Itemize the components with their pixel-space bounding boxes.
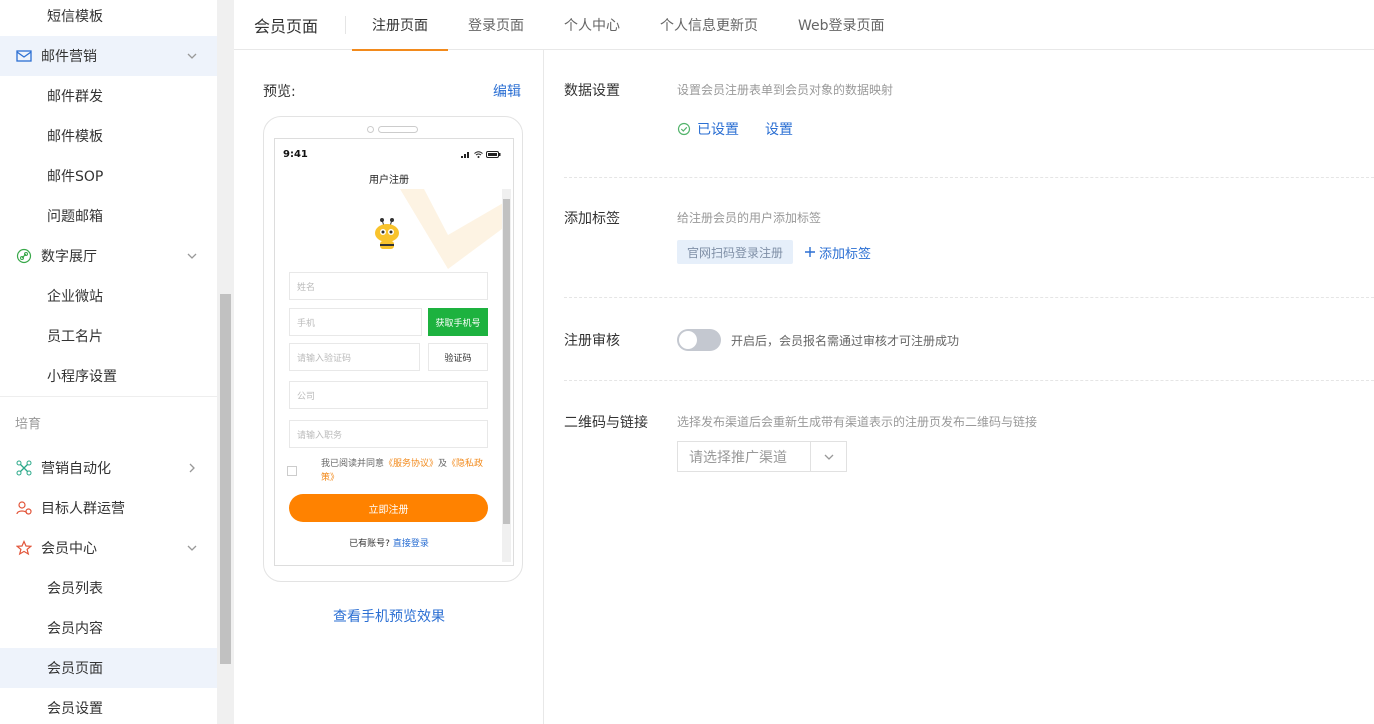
bee-mascot-icon xyxy=(375,218,399,249)
page-title: 会员页面 xyxy=(234,13,347,37)
status-time: 9:41 xyxy=(283,149,308,160)
decoration-shape xyxy=(400,189,510,269)
add-tag-button[interactable]: 添加标签 xyxy=(804,240,871,264)
header: 会员页面 注册页面 登录页面 个人中心 个人信息更新页 Web登录页面 xyxy=(234,0,1374,51)
qrcode-link-label: 二维码与链接 xyxy=(564,415,648,431)
sidebar-scrollbar[interactable] xyxy=(217,0,234,724)
service-agreement-link[interactable]: 《服务协议》 xyxy=(384,459,438,469)
add-tags-label: 添加标签 xyxy=(564,211,620,227)
tab-personal-center[interactable]: 个人中心 xyxy=(544,0,640,50)
battery-icon xyxy=(486,151,501,158)
wifi-icon xyxy=(474,151,483,158)
automation-icon xyxy=(15,459,33,477)
link-circle-icon xyxy=(15,247,33,265)
preview-panel: 预览: 编辑 9:41 用户注册 姓名 手机 获取手机号 请输入验证码 验证码 … xyxy=(234,50,544,724)
tab-profile-update[interactable]: 个人信息更新页 xyxy=(640,0,778,50)
verification-code-button[interactable]: 验证码 xyxy=(428,343,488,371)
check-circle-icon xyxy=(677,122,691,136)
tab-login-page[interactable]: 登录页面 xyxy=(448,0,544,50)
sidebar-item-email-sop[interactable]: 邮件SOP xyxy=(0,156,217,196)
direct-login-link[interactable]: 直接登录 xyxy=(393,539,429,549)
sidebar-item-digital-hall[interactable]: 数字展厅 xyxy=(0,236,217,276)
sidebar-item-member-center[interactable]: 会员中心 xyxy=(0,528,217,568)
phone-scrollbar[interactable] xyxy=(502,189,511,562)
phone-scrollbar-thumb[interactable] xyxy=(503,199,510,524)
chevron-down-icon[interactable] xyxy=(185,49,199,63)
register-button[interactable]: 立即注册 xyxy=(289,494,488,522)
channel-select[interactable]: 请选择推广渠道 xyxy=(677,441,847,472)
sidebar-item-member-pages[interactable]: 会员页面 xyxy=(0,648,217,688)
tab-web-login[interactable]: Web登录页面 xyxy=(778,0,905,50)
sidebar-item-miniprogram-settings[interactable]: 小程序设置 xyxy=(0,356,217,396)
qrcode-link-desc: 选择发布渠道后会重新生成带有渠道表示的注册页发布二维码与链接 xyxy=(677,415,1038,429)
company-field[interactable]: 公司 xyxy=(289,381,488,409)
registration-review-desc: 开启后，会员报名需通过审核才可注册成功 xyxy=(731,334,960,348)
chevron-down-icon[interactable] xyxy=(185,541,199,555)
mail-icon xyxy=(15,47,33,65)
status-icons xyxy=(461,151,501,158)
phone-speaker xyxy=(378,126,418,133)
sidebar-item-target-audience[interactable]: 目标人群运营 xyxy=(0,488,217,528)
login-prompt: 已有账号? 直接登录 xyxy=(349,539,429,549)
phone-camera xyxy=(367,126,374,133)
add-tags-desc: 给注册会员的用户添加标签 xyxy=(677,211,822,225)
preview-label: 预览: xyxy=(263,84,296,100)
star-icon xyxy=(15,539,33,557)
sidebar-item-member-settings[interactable]: 会员设置 xyxy=(0,688,217,724)
tab-register-page[interactable]: 注册页面 xyxy=(352,0,449,51)
tag-chip[interactable]: 官网扫码登录注册 xyxy=(677,240,794,264)
sidebar-item-business-card[interactable]: 员工名片 xyxy=(0,316,217,356)
plus-icon xyxy=(805,247,815,257)
edit-link[interactable]: 编辑 xyxy=(493,81,521,101)
main-panel: 会员页面 注册页面 登录页面 个人中心 个人信息更新页 Web登录页面 预览: … xyxy=(234,0,1374,724)
registration-review-label: 注册审核 xyxy=(564,333,620,349)
toggle-knob xyxy=(679,331,697,349)
data-settings-status: 已设置 设置 xyxy=(677,119,793,139)
data-settings-label: 数据设置 xyxy=(564,83,620,99)
get-phone-button[interactable]: 获取手机号 xyxy=(428,308,488,336)
position-field[interactable]: 请输入职务 xyxy=(289,420,488,448)
sidebar-item-micro-site[interactable]: 企业微站 xyxy=(0,276,217,316)
configured-status: 已设置 xyxy=(697,122,739,138)
phone-screen: 9:41 用户注册 姓名 手机 获取手机号 请输入验证码 验证码 公司 请输入职… xyxy=(274,138,514,566)
sidebar-item-problem-mailbox[interactable]: 问题邮箱 xyxy=(0,196,217,236)
tab-bar: 注册页面 登录页面 个人中心 个人信息更新页 Web登录页面 xyxy=(352,0,905,51)
agree-checkbox[interactable] xyxy=(287,466,297,476)
sidebar-item-email-marketing[interactable]: 邮件营销 xyxy=(0,36,217,76)
sidebar-item-email-mass[interactable]: 邮件群发 xyxy=(0,76,217,116)
sidebar-item-marketing-automation[interactable]: 营销自动化 xyxy=(0,448,217,488)
sidebar-item-sms-template[interactable]: 短信模板 xyxy=(0,0,217,36)
agreement-text: 我已阅读并同意《服务协议》及《隐私政策》 xyxy=(321,459,484,483)
data-settings-desc: 设置会员注册表单到会员对象的数据映射 xyxy=(677,83,894,97)
audience-icon xyxy=(15,499,33,517)
register-title: 用户注册 xyxy=(369,175,409,186)
divider xyxy=(564,297,1374,298)
divider xyxy=(564,380,1374,381)
sidebar-scrollbar-thumb[interactable] xyxy=(220,294,231,664)
chevron-right-icon[interactable] xyxy=(185,461,199,475)
view-mobile-preview-link[interactable]: 查看手机预览效果 xyxy=(234,606,544,626)
name-field[interactable]: 姓名 xyxy=(289,272,488,300)
configure-link[interactable]: 设置 xyxy=(765,119,793,139)
sidebar-item-email-template[interactable]: 邮件模板 xyxy=(0,116,217,156)
phone-preview: 9:41 用户注册 姓名 手机 获取手机号 请输入验证码 验证码 公司 请输入职… xyxy=(263,116,523,582)
registration-review-toggle[interactable] xyxy=(677,329,721,351)
sidebar-item-member-content[interactable]: 会员内容 xyxy=(0,608,217,648)
signal-icon xyxy=(461,152,469,158)
phone-field[interactable]: 手机 xyxy=(289,308,422,336)
channel-select-placeholder: 请选择推广渠道 xyxy=(689,449,787,466)
sidebar-section-nurture: 培育 xyxy=(0,396,217,448)
divider xyxy=(564,177,1374,178)
verification-code-field[interactable]: 请输入验证码 xyxy=(289,343,420,371)
chevron-down-icon[interactable] xyxy=(810,442,846,471)
sidebar-item-member-list[interactable]: 会员列表 xyxy=(0,568,217,608)
sidebar: 短信模板 邮件营销 邮件群发 邮件模板 邮件SOP 问题邮箱 数字展厅 企业微站… xyxy=(0,0,217,724)
chevron-down-icon[interactable] xyxy=(185,249,199,263)
